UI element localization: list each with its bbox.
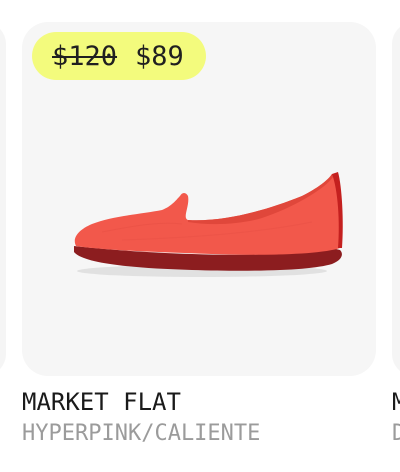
product-name[interactable]: MARKET FLAT [22, 388, 181, 416]
product-colorway: HYPERPINK/CALIENTE [22, 421, 261, 446]
sale-price: $89 [135, 40, 184, 72]
original-price: $120 [52, 40, 118, 72]
next-product-name[interactable]: M [392, 388, 400, 416]
product-carousel: $120 $89 MARKET FLAT HYPERPINK/CALIENTE … [0, 0, 400, 472]
next-product-card[interactable] [392, 22, 400, 376]
price-badge: $120 $89 [32, 32, 206, 80]
product-card-image[interactable]: $120 $89 [22, 22, 376, 376]
red-slip-on-flat-shoe-icon [74, 172, 343, 277]
previous-product-card[interactable] [0, 22, 6, 376]
next-product-colorway: D [392, 421, 400, 446]
